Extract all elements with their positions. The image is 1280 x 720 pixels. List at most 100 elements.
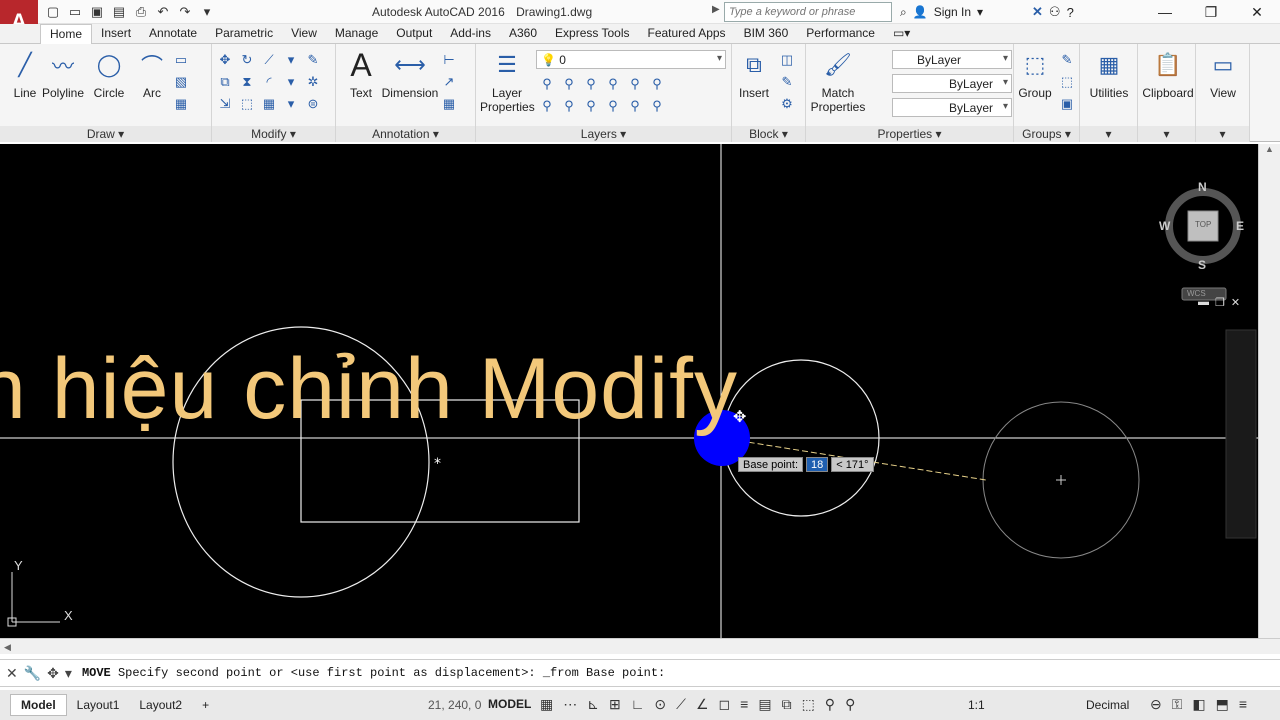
viewport-close-icon[interactable]: ✕: [1231, 296, 1240, 309]
tab-express-tools[interactable]: Express Tools: [546, 24, 638, 44]
layer-state-icon[interactable]: ⚲: [648, 96, 666, 116]
grid-icon[interactable]: ▦: [540, 696, 553, 713]
snap-icon[interactable]: ⋯: [563, 696, 577, 713]
customize-icon[interactable]: 🔧: [24, 665, 41, 682]
lineweight-icon[interactable]: ≡: [740, 696, 748, 713]
layer-current-icon[interactable]: ⚲: [538, 96, 556, 116]
tab-add-ins[interactable]: Add-ins: [441, 24, 500, 44]
layer-walk-icon[interactable]: ⚲: [582, 96, 600, 116]
maximize-icon[interactable]: ❐: [1188, 0, 1234, 24]
mirror-icon[interactable]: ⧗: [238, 72, 256, 92]
help-icon[interactable]: ?: [1067, 5, 1074, 20]
tab-performance[interactable]: Performance: [797, 24, 884, 44]
tab-insert[interactable]: Insert: [92, 24, 140, 44]
isolate-objects-icon[interactable]: ◧: [1192, 696, 1205, 713]
layer-off-icon[interactable]: ⚲: [538, 74, 556, 94]
isodraft-icon[interactable]: ⟋: [676, 696, 686, 713]
block-panel-title[interactable]: Block ▾: [732, 126, 805, 142]
model-space-button[interactable]: MODEL: [488, 697, 531, 711]
annotation-panel-title[interactable]: Annotation ▾: [336, 126, 475, 142]
layers-panel-title[interactable]: Layers ▾: [476, 126, 731, 142]
leader-icon[interactable]: ↗: [440, 72, 458, 92]
group-tool[interactable]: ⬚ Group: [1014, 48, 1056, 100]
draw-panel-title[interactable]: Draw ▾: [0, 126, 211, 142]
tab-annotate[interactable]: Annotate: [140, 24, 206, 44]
tab-parametric[interactable]: Parametric: [206, 24, 282, 44]
dimension-tool[interactable]: ⟷ Dimension: [380, 48, 440, 100]
gradient-icon[interactable]: ▦: [172, 94, 190, 114]
tab-bim-360[interactable]: BIM 360: [735, 24, 798, 44]
search-input[interactable]: [724, 2, 892, 22]
annotation-visibility-icon[interactable]: ⚲: [825, 696, 835, 713]
clipboard-panel-title[interactable]: ▾: [1138, 126, 1195, 142]
create-block-icon[interactable]: ◫: [778, 50, 796, 70]
add-layout-icon[interactable]: +: [192, 695, 219, 715]
tab-manage[interactable]: Manage: [326, 24, 387, 44]
minimize-icon[interactable]: —: [1142, 0, 1188, 24]
scale-icon[interactable]: ⬚: [238, 94, 256, 114]
customization-icon[interactable]: ≡: [1239, 696, 1247, 713]
units-dropdown[interactable]: Decimal: [1086, 698, 1129, 712]
dyn-input-value[interactable]: 18: [806, 457, 829, 472]
tab-output[interactable]: Output: [387, 24, 441, 44]
redo-icon[interactable]: ↷: [176, 3, 194, 21]
vertical-scrollbar[interactable]: ▲: [1258, 144, 1280, 638]
chevron-down-icon[interactable]: ▾: [282, 50, 300, 70]
layer-properties-tool[interactable]: ☰ Layer Properties: [480, 48, 535, 114]
rotate-icon[interactable]: ↻: [238, 50, 256, 70]
ortho-icon[interactable]: ∟: [631, 696, 645, 713]
rectangle-icon[interactable]: ▭: [172, 50, 190, 70]
close-icon[interactable]: ✕: [1234, 0, 1280, 24]
layer-merge-icon[interactable]: ⚲: [604, 96, 622, 116]
layer-freeze-icon[interactable]: ⚲: [582, 74, 600, 94]
clean-screen-icon[interactable]: ⬒: [1216, 696, 1229, 713]
arc-tool[interactable]: ⌒ Arc: [127, 48, 177, 100]
groups-panel-title[interactable]: Groups ▾: [1014, 126, 1079, 142]
tab-layout1[interactable]: Layout1: [67, 695, 130, 715]
lock-ui-icon[interactable]: ⚿: [1172, 696, 1183, 713]
array-icon[interactable]: ▦: [260, 94, 278, 114]
polar-icon[interactable]: ⊙: [654, 696, 666, 713]
3d-osnap-icon[interactable]: ⬚: [802, 696, 815, 713]
navigation-bar[interactable]: [1225, 329, 1257, 539]
hatch-icon[interactable]: ▧: [172, 72, 190, 92]
save-icon[interactable]: ▣: [88, 3, 106, 21]
layer-unisolate-icon[interactable]: ⚲: [626, 74, 644, 94]
layer-dropdown[interactable]: 💡 0: [536, 50, 726, 69]
transparency-icon[interactable]: ▤: [758, 696, 771, 713]
dyn-input-angle[interactable]: < 171°: [831, 457, 874, 472]
a360-icon[interactable]: ⚇: [1049, 4, 1061, 20]
chevron-down-icon[interactable]: ▾: [282, 72, 300, 92]
infer-icon[interactable]: ⊾: [587, 696, 599, 713]
tab-model[interactable]: Model: [10, 694, 67, 716]
color-dropdown[interactable]: ByLayer: [892, 50, 1012, 69]
exchange-icon[interactable]: ✕: [1032, 4, 1043, 20]
autoscale-icon[interactable]: ⚲: [845, 696, 855, 713]
match-properties-tool[interactable]: 🖌 Match Properties: [810, 48, 866, 114]
quick-properties-icon[interactable]: ⊖: [1150, 696, 1162, 713]
tab-layout2[interactable]: Layout2: [129, 695, 192, 715]
utilities-tool[interactable]: ▦ Utilities: [1084, 48, 1134, 100]
polyline-tool[interactable]: 〰 Polyline: [38, 48, 88, 100]
scroll-up-icon[interactable]: ▲: [1259, 144, 1280, 154]
save-as-icon[interactable]: ▤: [110, 3, 128, 21]
sign-in-link[interactable]: Sign In: [934, 5, 971, 19]
ungroup-icon[interactable]: ✎: [1058, 50, 1076, 70]
annotation-scale[interactable]: 1:1: [968, 698, 985, 712]
viewport-restore-icon[interactable]: ❐: [1215, 296, 1225, 309]
horizontal-scrollbar[interactable]: ◀: [0, 638, 1280, 654]
copy-icon[interactable]: ⧉: [216, 72, 234, 92]
trim-icon[interactable]: ⟋: [260, 50, 278, 70]
group-edit-icon[interactable]: ⬚: [1058, 72, 1076, 92]
stretch-icon[interactable]: ⇲: [216, 94, 234, 114]
fillet-icon[interactable]: ◜: [260, 72, 278, 92]
modify-panel-title[interactable]: Modify ▾: [212, 126, 335, 142]
table-icon[interactable]: ▦: [440, 94, 458, 114]
linear-dim-icon[interactable]: ⊢: [440, 50, 458, 70]
properties-panel-title[interactable]: Properties ▾: [806, 126, 1013, 142]
utilities-panel-title[interactable]: ▾: [1080, 126, 1137, 142]
tab-home[interactable]: Home: [40, 24, 93, 44]
ribbon-toggle-icon[interactable]: ▭▾: [884, 24, 919, 44]
insert-tool[interactable]: ⧉ Insert: [732, 48, 776, 100]
command-prompt[interactable]: MOVE Specify second point or <use first …: [82, 666, 665, 680]
